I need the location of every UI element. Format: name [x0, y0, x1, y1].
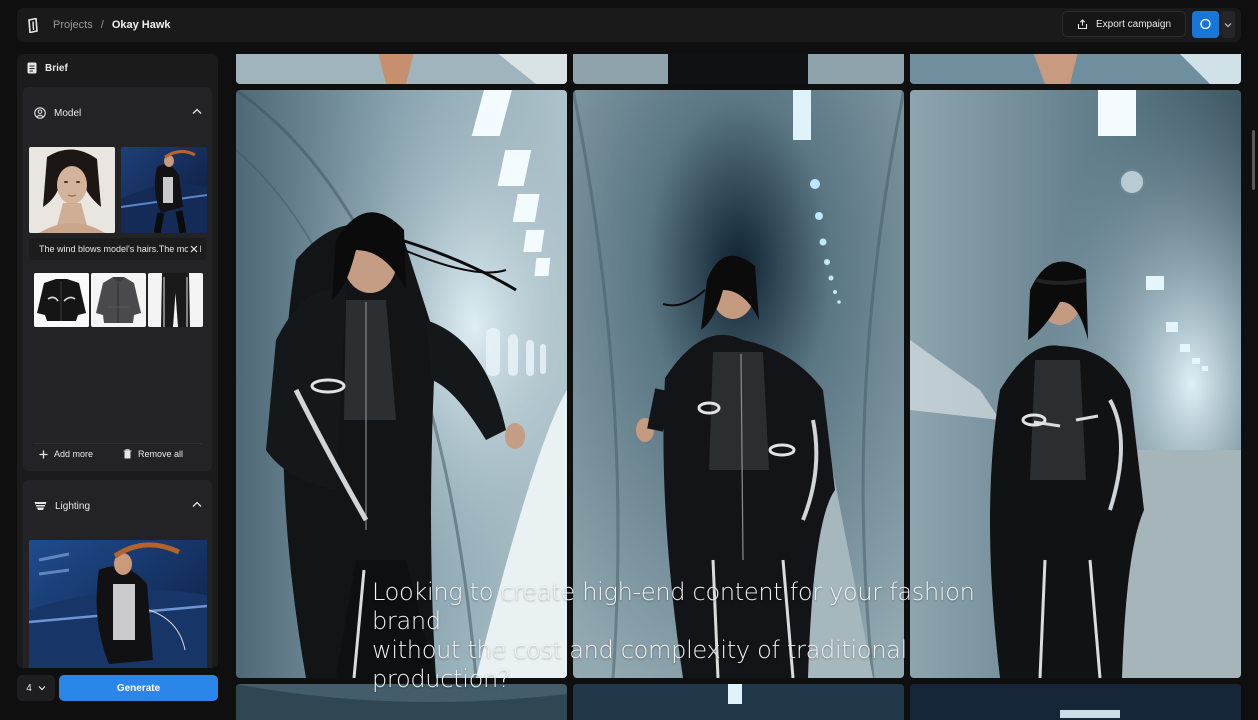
close-icon[interactable]: [188, 243, 200, 255]
generate-button[interactable]: Generate: [59, 675, 218, 701]
brief-title: Brief: [45, 62, 68, 74]
account-menu-chevron-icon[interactable]: [1221, 11, 1235, 38]
chevron-up-icon[interactable]: [192, 108, 202, 115]
garment-hoodie-thumbnail[interactable]: [91, 273, 146, 327]
promo-caption: Looking to create high-end content for y…: [372, 578, 992, 694]
lighting-section: Lighting: [23, 480, 212, 668]
image-count-value: 4: [26, 682, 32, 694]
promo-caption-line-2: without the cost and complexity of tradi…: [372, 636, 907, 693]
breadcrumb-separator: /: [100, 19, 104, 31]
breadcrumb-current-project: Okay Hawk: [111, 19, 171, 31]
brief-header: Brief: [17, 54, 218, 82]
model-section-title: Model: [54, 107, 82, 119]
app-logo-icon[interactable]: [25, 17, 41, 33]
lighting-reference-thumbnail[interactable]: [29, 540, 207, 668]
model-face-thumbnail[interactable]: [29, 147, 115, 233]
model-section: Model The wind blows model's hairs.The m…: [23, 87, 212, 471]
export-campaign-label: Export campaign: [1095, 18, 1172, 30]
gallery-scrollbar[interactable]: [1252, 130, 1255, 190]
generated-image-tile[interactable]: [573, 54, 904, 84]
model-prompt-chip[interactable]: The wind blows model's hairs.The model: [29, 238, 206, 260]
chevron-down-icon: [38, 686, 46, 691]
model-section-actions: Add more Remove all: [23, 449, 212, 459]
export-campaign-button[interactable]: Export campaign: [1062, 11, 1186, 37]
plus-icon: [39, 450, 48, 458]
document-icon: [27, 62, 37, 74]
remove-all-button[interactable]: Remove all: [123, 449, 183, 459]
trash-icon: [123, 449, 132, 459]
lighting-section-header[interactable]: Lighting: [23, 480, 212, 532]
remove-all-label: Remove all: [138, 449, 184, 459]
model-section-header[interactable]: Model: [23, 87, 212, 139]
garment-pants-thumbnail[interactable]: [148, 273, 203, 327]
breadcrumb-projects-link[interactable]: Projects: [53, 19, 93, 31]
garment-jacket-thumbnail[interactable]: [34, 273, 89, 327]
chevron-up-icon[interactable]: [192, 501, 202, 508]
model-reference-thumbnail[interactable]: [121, 147, 207, 233]
generated-image-tile[interactable]: [910, 54, 1241, 84]
generated-image-tile[interactable]: [236, 54, 567, 84]
promo-caption-line-1: Looking to create high-end content for y…: [372, 578, 975, 635]
brief-sidebar: Brief Model The wind blows model's hairs…: [17, 54, 218, 668]
export-icon: [1077, 18, 1088, 29]
lighting-icon: [34, 502, 47, 510]
user-circle-icon: [34, 107, 46, 119]
app-window: Projects / Okay Hawk Export campaign O B…: [0, 0, 1258, 720]
model-prompt-text: The wind blows model's hairs.The model: [39, 244, 202, 254]
breadcrumb: Projects / Okay Hawk: [53, 19, 171, 31]
lighting-section-title: Lighting: [55, 500, 91, 512]
top-bar: Projects / Okay Hawk Export campaign O: [17, 8, 1241, 42]
user-avatar[interactable]: O: [1192, 11, 1219, 38]
image-count-select[interactable]: 4: [17, 675, 55, 701]
section-divider: [33, 443, 202, 444]
add-more-label: Add more: [54, 449, 94, 459]
add-more-button[interactable]: Add more: [39, 449, 93, 459]
